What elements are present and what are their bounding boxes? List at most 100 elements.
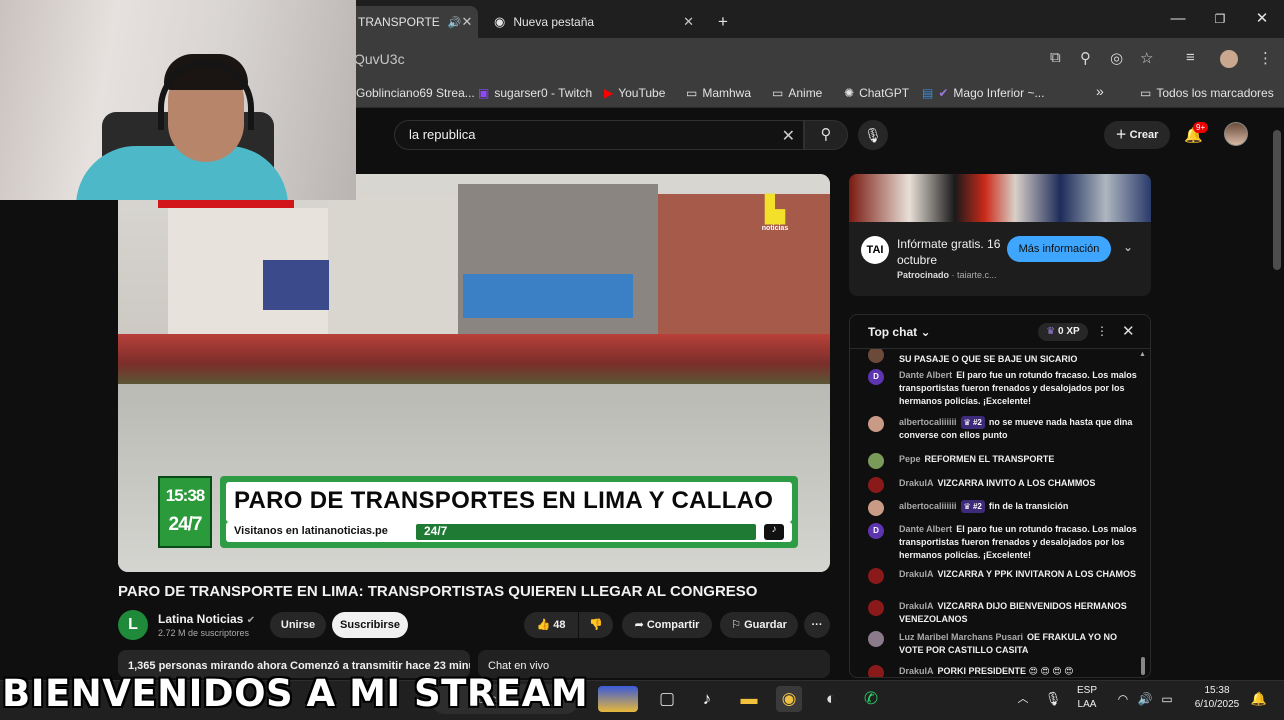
close-window-icon[interactable]: ✕ (1242, 8, 1282, 30)
create-button[interactable]: ＋ Crear (1104, 121, 1170, 149)
ad-card[interactable]: TAI Infórmate gratis. 16 octubre Patroci… (849, 174, 1151, 296)
file-explorer-icon[interactable]: ▬ (736, 686, 762, 712)
chat-message: DrakulA VIZCARRA DIJO BIENVENIDOS HERMANO… (868, 600, 1138, 626)
chat-message: DrakulA VIZCARRA Y PPK INVITARON A LOS CH… (868, 568, 1138, 584)
headline-box: PARO DE TRANSPORTES EN LIMA Y CALLAO Vis… (220, 476, 798, 548)
message-author[interactable]: Pepe (899, 454, 921, 464)
more-actions-button[interactable]: ··· (804, 612, 830, 638)
page-scrollbar[interactable] (1270, 118, 1284, 678)
microphone-icon[interactable]: 🎙 (1040, 686, 1066, 712)
avatar (868, 349, 884, 363)
avatar (868, 631, 884, 647)
clear-search-icon[interactable]: ✕ (782, 126, 795, 146)
message-author[interactable]: DrakulA (899, 666, 934, 676)
tab-transporte[interactable]: TRANSPORTE 🔊 ✕ (348, 6, 478, 38)
bookmark-chatgpt[interactable]: ✺ ChatGPT (844, 86, 909, 100)
obs-app-icon[interactable]: ◐ (818, 686, 844, 712)
xp-badge[interactable]: ♛ 0 XP (1038, 323, 1088, 341)
more-bookmarks-button[interactable]: » (1096, 83, 1104, 99)
restore-icon[interactable]: ❐ (1200, 8, 1240, 30)
top-chat-dropdown[interactable]: Top chat ⌄ (868, 325, 931, 339)
search-button[interactable]: ⚲ (804, 120, 848, 150)
chat-messages[interactable]: SU PASAJE O QUE SE BAJE UN SICARIO D Dant… (850, 349, 1150, 677)
game-app-icon[interactable] (598, 686, 638, 712)
thumbs-down-icon: 👎 (589, 619, 603, 631)
bookmark-label: Goblinciano69 Strea... (356, 86, 475, 100)
star-icon[interactable]: ☆ (1140, 49, 1153, 67)
subscribe-button[interactable]: Suscribirse (332, 612, 408, 638)
ad-title[interactable]: Infórmate gratis. 16 octubre (897, 236, 1007, 268)
message-author[interactable]: albertocaliiiiii (899, 501, 957, 511)
scrollbar-thumb[interactable] (1141, 657, 1145, 675)
join-button[interactable]: Unirse (270, 612, 326, 638)
message-author[interactable]: Luz Maribel Marchans Pusari (899, 632, 1023, 642)
zoom-icon[interactable]: ⚲ (1080, 49, 1091, 67)
message-author[interactable]: DrakulA (899, 478, 934, 488)
bookmark-youtube[interactable]: ▶ YouTube (604, 86, 665, 100)
task-view-icon[interactable]: ▢ (654, 686, 680, 712)
bookmark-mago[interactable]: ▤ ✔ Mago Inferior ~... (922, 86, 1044, 100)
battery-icon[interactable]: ▭ (1154, 686, 1180, 712)
channel-name[interactable]: Latina Noticias ✔ (158, 612, 255, 626)
menu-kebab-icon[interactable]: ⋮ (1258, 49, 1273, 67)
message-author[interactable]: DrakulA (899, 601, 934, 611)
scrollbar-thumb[interactable] (1273, 130, 1281, 270)
xp-value: 0 XP (1058, 326, 1080, 337)
chevron-down-icon[interactable]: ⌄ (1123, 240, 1133, 254)
latina-logo: ▙ noticias (758, 194, 792, 232)
share-button[interactable]: ➦ Compartir (622, 612, 712, 638)
avatar (868, 416, 884, 432)
message-author[interactable]: Dante Albert (899, 370, 952, 380)
new-tab-button[interactable]: + (708, 6, 738, 38)
message-author[interactable]: DrakulA (899, 569, 934, 579)
address-bar[interactable]: QuvU3c (340, 44, 1280, 74)
search-field[interactable]: ✕ (394, 120, 804, 150)
bookmark-goblinciano[interactable]: Goblinciano69 Strea... (356, 86, 475, 100)
search-input[interactable] (409, 127, 769, 142)
reading-list-icon[interactable]: ≡ (1186, 49, 1195, 66)
notification-icon[interactable]: 🔔 (1246, 686, 1272, 712)
user-avatar[interactable] (1224, 122, 1248, 146)
chat-menu-icon[interactable]: ⋮ (1096, 324, 1108, 338)
clock[interactable]: 15:38 6/10/2025 (1186, 684, 1248, 712)
all-bookmarks-button[interactable]: ▭ Todos los marcadores (1140, 86, 1274, 100)
like-button[interactable]: 👍 48 (524, 612, 578, 638)
bookmark-twitch[interactable]: ▣ sugarser0 - Twitch (478, 86, 592, 100)
chat-message: DrakulA VIZCARRA INVITO A LOS CHAMMOS (868, 477, 1138, 493)
clock-box: 15:38 24/7 (158, 476, 212, 548)
bookmark-mamhwa[interactable]: ▭ Mamhwa (686, 86, 751, 100)
bookmark-anime[interactable]: ▭ Anime (772, 86, 822, 100)
channel-avatar[interactable]: L (118, 610, 148, 640)
minimize-icon[interactable]: — (1158, 8, 1198, 30)
close-tab-icon[interactable]: ✕ (462, 14, 473, 30)
message-author[interactable]: Dante Albert (899, 524, 952, 534)
close-tab-icon[interactable]: ✕ (683, 14, 694, 30)
ad-sponsored: Patrocinado · taiarte.c... (897, 270, 997, 280)
language-indicator[interactable]: ESP LAA (1070, 684, 1104, 712)
headline-subline: Visitanos en latinanoticias.pe 24/7 ♪ (226, 522, 792, 542)
install-icon[interactable]: ⧉ (1050, 49, 1061, 66)
message-text: PORKI PRESIDENTE 😍 😍 😍 😍 (937, 666, 1074, 676)
tray-chevron-up-icon[interactable]: ︿ (1010, 686, 1036, 712)
save-button[interactable]: ⚐ Guardar (720, 612, 798, 638)
ad-more-info-button[interactable]: Más información (1007, 236, 1111, 262)
headline-text: PARO DE TRANSPORTES EN LIMA Y CALLAO (226, 482, 792, 522)
tiktok-app-icon[interactable]: ♪ (694, 686, 720, 712)
chrome-app-icon[interactable]: ◉ (776, 686, 802, 712)
audio-icon[interactable]: 🔊 (448, 16, 462, 29)
video-player[interactable]: ▙ noticias 15:38 24/7 PARO DE TRANSPORTES… (118, 174, 830, 572)
ad-image-strip (849, 174, 1151, 222)
close-chat-icon[interactable]: ✕ (1122, 322, 1135, 340)
profile-avatar[interactable] (1220, 50, 1238, 68)
message-text: VIZCARRA Y PPK INVITARON A LOS CHAMOS (937, 569, 1137, 579)
chat-scrollbar[interactable]: ▲ (1139, 351, 1146, 675)
voice-search-button[interactable]: 🎙 (858, 120, 888, 150)
tab-nueva-pestana[interactable]: ◉ Nueva pestaña ✕ (484, 6, 704, 38)
message-author[interactable]: albertocaliiiiii (899, 417, 957, 427)
chat-message: Pepe REFORMEN EL TRANSPORTE (868, 453, 1138, 469)
hide-eye-icon[interactable]: ◎ (1110, 49, 1123, 67)
message-text: fin de la transición (988, 501, 1069, 511)
scroll-up-icon[interactable]: ▲ (1139, 351, 1146, 358)
dislike-button[interactable]: 👎 (579, 612, 613, 638)
whatsapp-app-icon[interactable]: ✆ (858, 686, 884, 712)
